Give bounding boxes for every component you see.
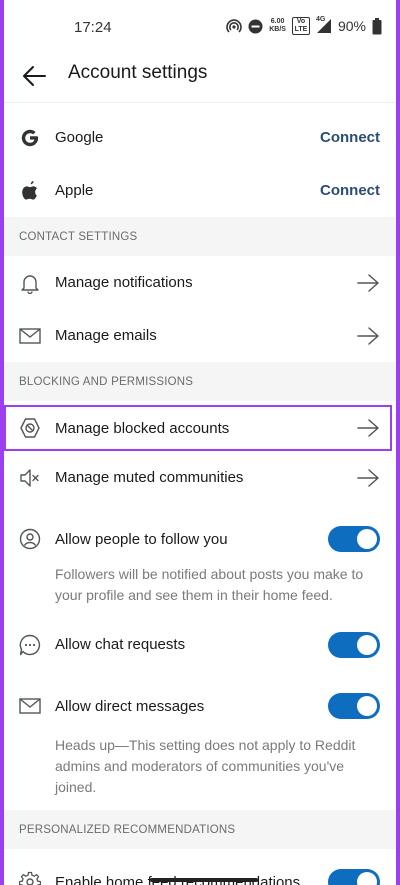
manage-notifications-row[interactable]: Manage notifications [4,256,396,309]
screen: 17:24 6.00 KB/S Vo LTE 4G 90% Account se… [4,0,396,885]
apple-account-row[interactable]: Apple Connect [4,164,396,217]
section-title: PERSONALIZED RECOMMENDATIONS [19,823,236,836]
section-title: CONTACT SETTINGS [19,230,138,243]
volte-badge: Vo LTE [291,17,310,35]
dm-description: Heads up—This setting does not apply to … [55,737,356,795]
toggle-knob [357,634,377,655]
manage-emails-row[interactable]: Manage emails [4,309,396,362]
chat-toggle[interactable] [328,631,380,658]
dnd-icon [248,19,263,33]
google-connect-button[interactable]: Connect [320,129,380,146]
status-time: 17:24 [74,19,112,36]
battery-icon [372,17,382,34]
back-arrow-icon[interactable] [20,62,48,90]
section-personalized-recommendations: PERSONALIZED RECOMMENDATIONS [4,810,396,849]
user-circle-icon [18,527,42,551]
apple-icon [18,179,42,203]
google-label: Google [55,129,104,146]
allow-chat-requests-row[interactable]: Allow chat requests [4,618,396,671]
arrow-right-icon [357,273,379,292]
manage-blocked-accounts-row[interactable]: Manage blocked accounts [4,405,396,451]
allow-direct-messages-row[interactable]: Allow direct messages [4,671,396,741]
section-blocking-permissions: BLOCKING AND PERMISSIONS [4,362,396,401]
allow-chat-requests-label: Allow chat requests [55,636,186,653]
allow-direct-messages-label: Allow direct messages [55,697,205,715]
arrow-right-icon [357,419,379,437]
envelope-icon [18,324,42,348]
network-type: 4G [315,16,326,23]
gear-icon [18,870,42,885]
toggle-knob [357,529,377,549]
google-account-row[interactable]: Google Connect [4,111,396,164]
home-feed-toggle[interactable] [328,869,380,885]
follow-toggle[interactable] [328,526,380,552]
section-title: BLOCKING AND PERMISSIONS [19,375,194,388]
allow-follow-label: Allow people to follow you [55,530,228,548]
status-bar: 17:24 6.00 KB/S Vo LTE 4G 90% [4,0,396,56]
manage-muted-communities-label: Manage muted communities [55,469,244,486]
manage-emails-label: Manage emails [55,327,157,344]
google-icon [18,126,42,150]
muted-speaker-icon [18,466,42,490]
bell-icon [18,271,42,295]
manage-notifications-label: Manage notifications [55,274,193,291]
status-icons: 6.00 KB/S Vo LTE 4G 90% [226,16,382,35]
allow-follow-row[interactable]: Allow people to follow you [4,504,396,574]
blocked-icon [18,416,42,440]
signal-group: 4G [315,16,332,34]
apple-connect-button[interactable]: Connect [320,182,380,199]
app-header: Account settings [4,56,396,103]
home-indicator[interactable] [150,878,258,882]
arrow-right-icon [357,326,379,345]
net-speed: 6.00 KB/S [269,18,286,33]
envelope-icon [18,694,42,718]
arrow-right-icon [357,468,379,487]
apple-label: Apple [55,182,94,199]
dm-toggle[interactable] [328,693,380,719]
page-title: Account settings [68,62,208,83]
toggle-knob [357,872,377,885]
manage-muted-communities-row[interactable]: Manage muted communities [4,451,396,504]
toggle-knob [357,696,377,716]
chat-bubble-icon [18,633,42,657]
section-contact-settings: CONTACT SETTINGS [4,217,396,256]
hotspot-icon [226,19,242,33]
manage-blocked-accounts-label: Manage blocked accounts [55,419,230,437]
battery-level: 90% [337,18,366,34]
